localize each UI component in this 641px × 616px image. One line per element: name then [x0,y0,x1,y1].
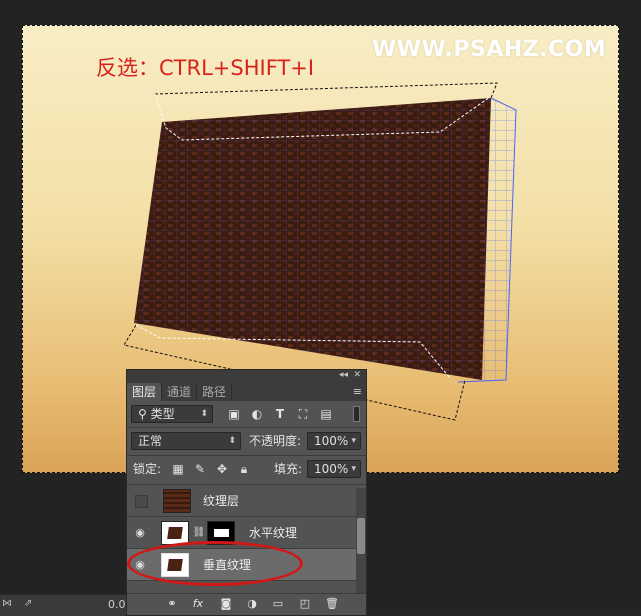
layer-name[interactable]: 垂直纹理 [203,556,251,573]
search-icon: ⚲ [138,407,147,421]
divider [127,455,366,456]
delete-icon[interactable]: 🗑︎ [325,597,339,611]
filter-toggle[interactable] [353,406,360,422]
lock-label: 锁定: [133,462,162,476]
layer-row-vertical-texture[interactable]: ◉ 垂直纹理 [127,549,356,581]
opacity-field[interactable]: 100% ▾ [307,432,361,450]
opacity-value: 100% [314,434,349,448]
lock-all-icon[interactable]: 🔒︎ [237,462,251,476]
updown-arrow-icon: ⬍ [200,409,208,419]
layer-thumbnail [161,521,189,545]
layer-thumbnail [161,553,189,577]
thumbnail-shape [167,559,183,571]
layer-row-texture[interactable]: 纹理层 [127,485,356,517]
filter-kind-select[interactable]: ⚲ 类型 ⬍ [131,405,213,423]
filter-kind-value: 类型 [150,407,175,421]
new-group-icon[interactable]: ▭ [271,597,285,611]
tab-channels[interactable]: 通道 [162,383,198,401]
panel-footer: ⚭ fx ◙ ◑ ▭ ◰ 🗑︎ [127,593,366,615]
pixel-filter-icon[interactable]: ▣ [227,407,241,421]
layers-panel: ◂◂ ✕ 图层 通道 路径 ≡ ⚲ 类型 ⬍ ▣ ◐ T ⛶ ▤ 正常 ⬍ 不透… [126,369,367,615]
selection-outline [154,82,498,99]
panel-title-bar[interactable]: ◂◂ ✕ [127,370,366,383]
eye-icon[interactable]: ◉ [133,526,147,540]
type-filter-icon[interactable]: T [273,407,287,421]
fill-value: 100% [314,462,349,476]
status-info-icon[interactable]: ⋈ [2,598,12,609]
close-icon[interactable]: ✕ [353,370,361,380]
status-zoom-value: 0.0 [108,598,126,611]
layer-name[interactable]: 纹理层 [203,492,239,509]
layer-row-horizontal-texture[interactable]: ◉ ⛓ 水平纹理 [127,517,356,549]
blend-mode-select[interactable]: 正常 ⬍ [131,432,241,450]
lock-transparent-icon[interactable]: ▦ [171,462,185,476]
panel-menu-icon[interactable]: ≡ [353,385,362,398]
site-watermark: WWW.PSAHZ.COM [372,37,607,62]
blend-mode-value: 正常 [138,434,163,448]
lock-position-icon[interactable]: ✥ [215,462,229,476]
tab-layers[interactable]: 图层 [127,383,163,401]
layer-name[interactable]: 水平纹理 [249,524,297,541]
adjustment-filter-icon[interactable]: ◐ [250,407,264,421]
lock-row: 锁定: ▦ ✎ ✥ 🔒︎ 填充: 100% ▾ [127,458,366,480]
filter-row: ⚲ 类型 ⬍ ▣ ◐ T ⛶ ▤ [127,403,366,425]
link-icon[interactable]: ⚭ [165,597,179,611]
add-mask-icon[interactable]: ◙ [219,597,233,611]
eye-icon[interactable]: ◉ [133,558,147,572]
document-workspace: 反选：CTRL+SHIFT+I WWW.PSAHZ.COM ◂◂ ✕ 图层 通道… [0,0,641,616]
chevron-down-icon: ▾ [351,464,356,474]
panel-tabs: 图层 通道 路径 ≡ [127,383,366,401]
adjustment-layer-icon[interactable]: ◑ [245,597,259,611]
status-bar: ⋈ ⇗ 0.0 [0,594,126,616]
chevron-down-icon: ▾ [351,436,356,446]
scrollbar-thumb[interactable] [357,518,365,554]
fill-field[interactable]: 100% ▾ [307,460,361,478]
fill-label: 填充: [274,462,303,476]
new-layer-icon[interactable]: ◰ [298,597,312,611]
lock-image-icon[interactable]: ✎ [193,462,207,476]
link-chain-icon[interactable]: ⛓ [192,526,206,540]
instruction-caption: 反选：CTRL+SHIFT+I [96,56,315,80]
smart-object-filter-icon[interactable]: ▤ [319,407,333,421]
blend-row: 正常 ⬍ 不透明度: 100% ▾ [127,430,366,452]
shape-filter-icon[interactable]: ⛶ [296,407,310,421]
layer-thumbnail [163,489,191,513]
opacity-label: 不透明度: [249,434,302,448]
collapse-icon[interactable]: ◂◂ [339,370,348,380]
fx-icon[interactable]: fx [191,597,205,611]
mask-shape [214,529,229,537]
thumbnail-shape [167,527,183,539]
updown-arrow-icon: ⬍ [228,436,236,446]
divider [127,427,366,428]
tab-paths[interactable]: 路径 [197,383,233,401]
layers-scrollbar[interactable] [356,488,366,593]
visibility-toggle-off[interactable] [135,495,148,508]
export-icon[interactable]: ⇗ [24,598,32,609]
layer-mask-thumbnail[interactable] [207,521,235,545]
